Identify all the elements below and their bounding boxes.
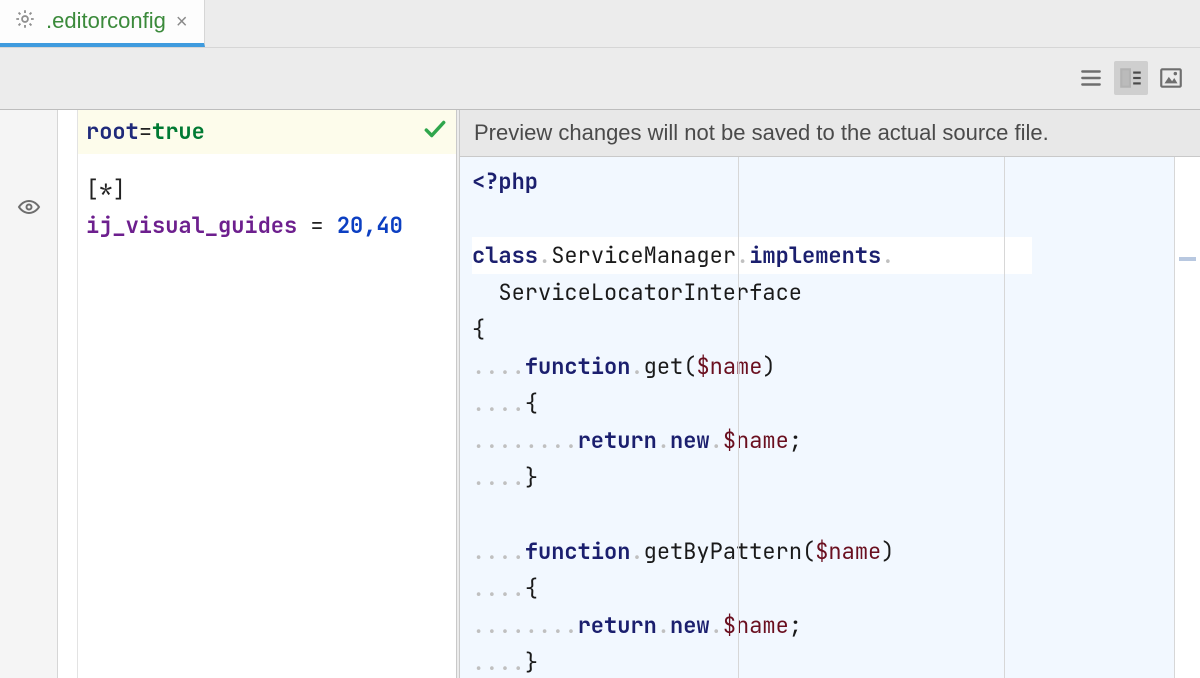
tab-editorconfig[interactable]: .editorconfig × xyxy=(0,0,205,47)
editorconfig-editor[interactable]: root = true [*] ij_visual_guides = 20,40 xyxy=(78,110,456,678)
gutter xyxy=(0,110,58,678)
toolbar xyxy=(0,48,1200,110)
tab-label: .editorconfig xyxy=(46,8,166,34)
code-line-fn2: ....function.getByPattern($name) xyxy=(472,533,1200,570)
view-mode-lines-button[interactable] xyxy=(1074,61,1108,95)
gutter-strip xyxy=(58,110,78,678)
visual-guide-20 xyxy=(738,157,739,678)
code-line-return2: ........return.new.$name; xyxy=(472,607,1200,644)
root-value: true xyxy=(152,114,205,150)
root-key: root xyxy=(86,114,139,150)
check-icon[interactable] xyxy=(422,116,448,153)
tab-bar: .editorconfig × xyxy=(0,0,1200,48)
code-line-return1: ........return.new.$name; xyxy=(472,422,1200,459)
scroll-marker xyxy=(1179,257,1196,261)
preview-code[interactable]: <?php class.ServiceManager.implements. S… xyxy=(460,157,1200,678)
eye-icon[interactable] xyxy=(17,195,41,224)
preview-notice: Preview changes will not be saved to the… xyxy=(460,110,1200,157)
scrollbar-track[interactable] xyxy=(1174,157,1200,678)
code-line-fn1: ....function.get($name) xyxy=(472,348,1200,385)
preview-pane: Preview changes will not be saved to the… xyxy=(460,110,1200,678)
gear-icon xyxy=(14,8,36,35)
code-line-interface: ServiceLocatorInterface xyxy=(472,274,1200,311)
close-icon[interactable]: × xyxy=(176,10,188,32)
config-section: [*] xyxy=(86,172,456,208)
config-line-root: root = true xyxy=(78,110,456,154)
view-mode-preview-button[interactable] xyxy=(1154,61,1188,95)
config-line-guides: ij_visual_guides = 20,40 xyxy=(86,208,456,244)
view-mode-split-button[interactable] xyxy=(1114,61,1148,95)
code-line-class-decl: class.ServiceManager.implements. xyxy=(472,237,1032,274)
visual-guide-40 xyxy=(1004,157,1005,678)
